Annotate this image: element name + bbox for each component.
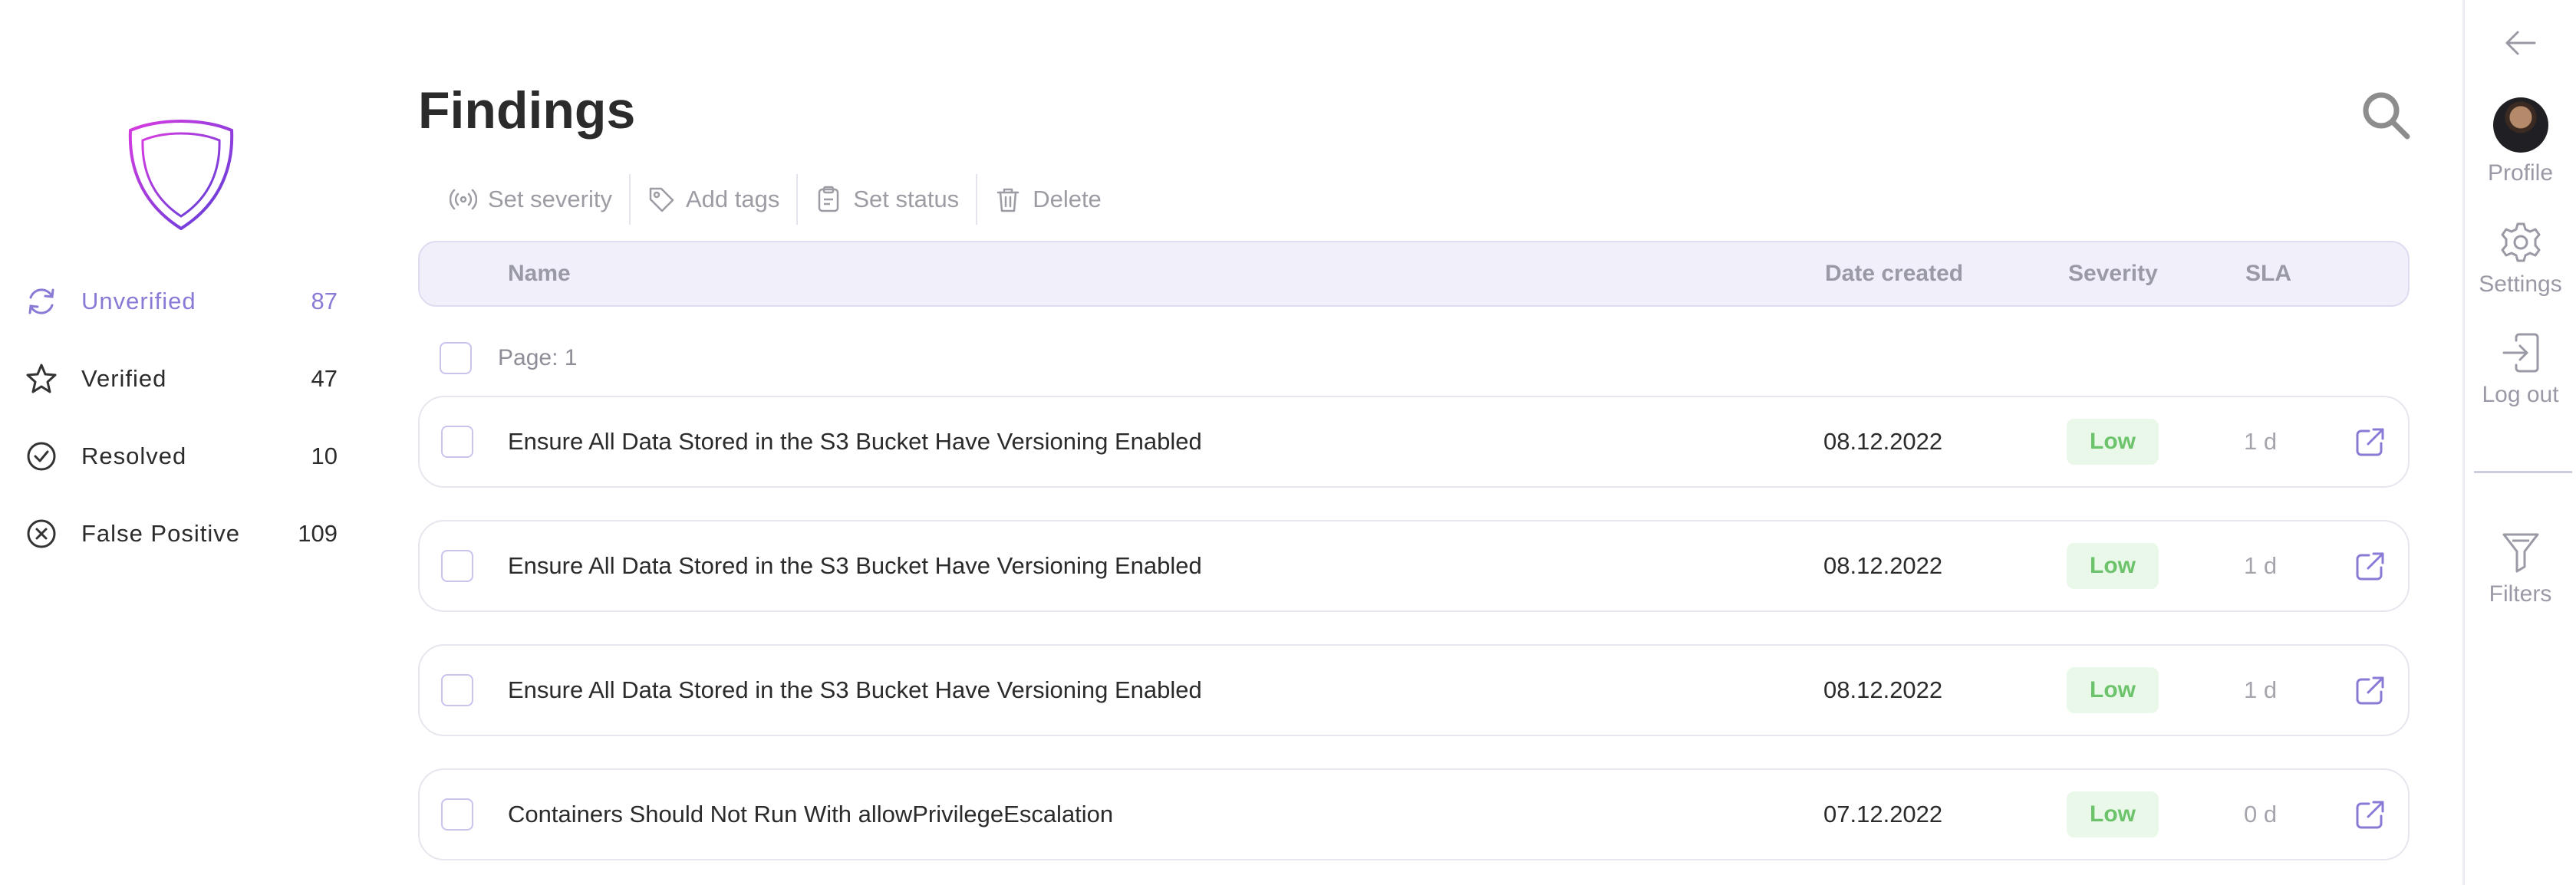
table-header: Name Date created Severity SLA (418, 241, 2410, 307)
profile-label: Profile (2487, 160, 2554, 186)
right-rail: Profile Settings Log out Filters (2462, 0, 2576, 885)
x-circle-icon (23, 515, 60, 552)
set-status-label: Set status (853, 186, 960, 212)
sla-value: 1 d (2244, 552, 2278, 579)
avatar (2492, 97, 2548, 153)
finding-name: Ensure All Data Stored in the S3 Bucket … (508, 552, 1202, 579)
rail-divider (2474, 471, 2572, 473)
date-created: 08.12.2022 (1823, 552, 1943, 579)
search-icon[interactable] (2360, 89, 2413, 143)
sidebar-item-count: 87 (311, 288, 338, 314)
back-button[interactable] (2465, 28, 2576, 58)
external-link-icon[interactable] (2354, 551, 2386, 583)
external-link-icon[interactable] (2354, 426, 2386, 459)
sla-value: 1 d (2244, 676, 2278, 703)
delete-button[interactable]: Delete (977, 178, 1118, 221)
date-created: 07.12.2022 (1823, 801, 1943, 827)
sidebar-item-false-positive[interactable]: False Positive 109 (23, 511, 338, 557)
sla-value: 1 d (2244, 428, 2278, 455)
add-tags-button[interactable]: Add tags (631, 178, 796, 221)
page-label: Page: 1 (498, 345, 578, 370)
external-link-icon[interactable] (2354, 675, 2386, 707)
column-header-date-created[interactable]: Date created (1825, 242, 1963, 305)
left-sidebar: Unverified 87 Verified 47 Resolved 10 Fa… (0, 0, 361, 885)
add-tags-label: Add tags (685, 186, 780, 212)
severity-badge: Low (2067, 419, 2159, 465)
severity-badge: Low (2067, 667, 2159, 713)
column-header-name[interactable]: Name (508, 242, 571, 305)
settings-label: Settings (2479, 271, 2562, 297)
table-row[interactable]: Ensure All Data Stored in the S3 Bucket … (418, 644, 2410, 736)
page-title: Findings (418, 81, 636, 140)
logout-label: Log out (2482, 382, 2559, 407)
table-row[interactable]: Ensure All Data Stored in the S3 Bucket … (418, 396, 2410, 488)
star-icon (23, 360, 60, 397)
page-select-row: Page: 1 (440, 341, 577, 376)
row-checkbox[interactable] (441, 798, 473, 831)
finding-name: Ensure All Data Stored in the S3 Bucket … (508, 428, 1202, 455)
row-checkbox[interactable] (441, 674, 473, 706)
finding-name: Containers Should Not Run With allowPriv… (508, 801, 1114, 827)
table-row[interactable]: Ensure All Data Stored in the S3 Bucket … (418, 520, 2410, 612)
select-page-checkbox[interactable] (440, 342, 472, 374)
sidebar-item-unverified[interactable]: Unverified 87 (23, 278, 338, 324)
clipboard-icon (815, 186, 842, 213)
row-checkbox[interactable] (441, 426, 473, 458)
sidebar-item-count: 109 (298, 520, 338, 547)
profile-button[interactable]: Profile (2465, 97, 2576, 186)
sidebar-item-label: Resolved (81, 442, 187, 469)
delete-label: Delete (1033, 186, 1102, 212)
tag-icon (647, 186, 675, 213)
gear-icon (2501, 222, 2540, 262)
check-circle-icon (23, 438, 60, 475)
logout-button[interactable]: Log out (2465, 331, 2576, 408)
severity-badge: Low (2067, 543, 2159, 589)
set-severity-label: Set severity (488, 186, 612, 212)
table-row[interactable]: Containers Should Not Run With allowPriv… (418, 768, 2410, 860)
filter-icon (2502, 533, 2538, 573)
sidebar-item-count: 10 (311, 442, 338, 469)
external-link-icon[interactable] (2354, 799, 2386, 831)
settings-button[interactable]: Settings (2465, 221, 2576, 298)
trash-icon (994, 186, 1022, 213)
filters-label: Filters (2489, 581, 2552, 607)
sidebar-item-label: False Positive (81, 520, 240, 547)
shield-icon (128, 119, 234, 230)
sla-value: 0 d (2244, 801, 2278, 827)
sidebar-item-resolved[interactable]: Resolved 10 (23, 433, 338, 479)
row-checkbox[interactable] (441, 550, 473, 582)
set-severity-button[interactable]: Set severity (430, 178, 629, 221)
sidebar-item-label: Verified (81, 365, 167, 392)
sync-icon (23, 283, 60, 320)
date-created: 08.12.2022 (1823, 428, 1943, 455)
date-created: 08.12.2022 (1823, 676, 1943, 703)
logout-icon (2502, 333, 2538, 373)
arrow-left-icon (2505, 31, 2535, 55)
filters-button[interactable]: Filters (2465, 531, 2576, 607)
set-status-button[interactable]: Set status (798, 178, 976, 221)
broadcast-icon (450, 186, 477, 213)
sidebar-item-label: Unverified (81, 288, 196, 314)
column-header-severity[interactable]: Severity (2068, 242, 2158, 305)
sidebar-item-count: 47 (311, 365, 338, 392)
sidebar-item-verified[interactable]: Verified 47 (23, 356, 338, 402)
column-header-sla[interactable]: SLA (2245, 242, 2291, 305)
severity-badge: Low (2067, 791, 2159, 837)
bulk-actions-toolbar: Set severity Add tags Set status Delete (430, 174, 1118, 225)
finding-name: Ensure All Data Stored in the S3 Bucket … (508, 676, 1202, 703)
